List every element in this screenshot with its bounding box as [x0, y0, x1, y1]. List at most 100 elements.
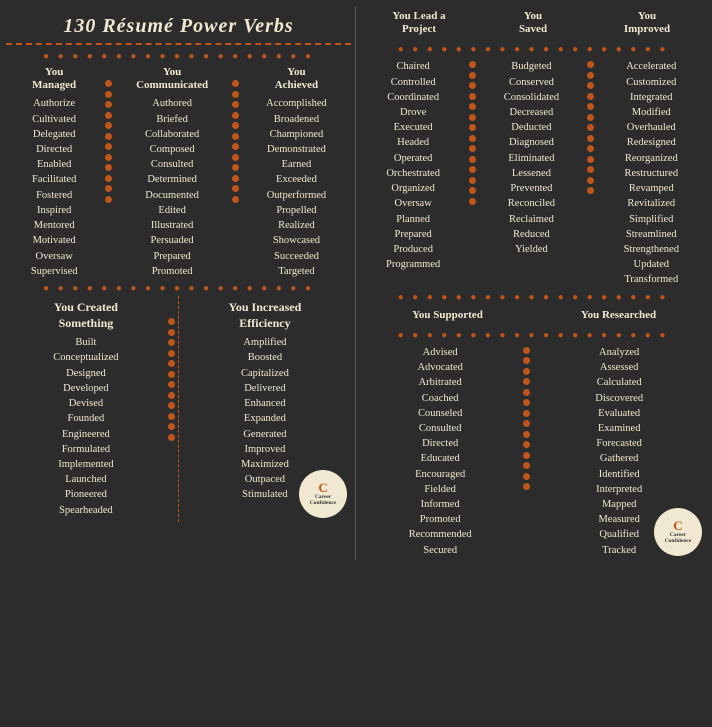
list-item: Prepared [118, 249, 226, 264]
list-item: Spearheaded [10, 503, 162, 518]
achieved-section: YouAchieved Accomplished Broadened Champ… [242, 64, 351, 281]
supported-header: You Supported [362, 309, 533, 322]
list-item: Directed [364, 436, 516, 451]
list-item: Orchestrated [364, 166, 462, 181]
increased-section: You IncreasedEfficiency Amplified Booste… [178, 296, 351, 522]
list-item: Lessened [482, 166, 580, 181]
list-item: Delegated [10, 127, 98, 142]
list-item: Accelerated [601, 59, 702, 74]
list-item: Devised [10, 396, 162, 411]
list-item: Conceptualized [10, 350, 162, 365]
list-item: Strengthened [601, 242, 702, 257]
dots-col-1 [102, 64, 114, 281]
list-item: Revitalized [601, 196, 702, 211]
dot-separator-2: ● ● ● ● ● ● ● ● ● ● ● ● ● ● ● ● ● ● ● [6, 281, 351, 296]
achieved-list: Accomplished Broadened Championed Demons… [246, 96, 347, 279]
list-item: Controlled [364, 75, 462, 90]
list-item: Programmed [364, 257, 462, 272]
list-item: Briefed [118, 112, 226, 127]
list-item: Interpreted [536, 482, 702, 497]
list-item: Implemented [10, 457, 162, 472]
list-item: Capitalized [183, 366, 347, 381]
list-item: Boosted [183, 350, 347, 365]
list-item: Oversaw [364, 196, 462, 211]
list-item: Planned [364, 212, 462, 227]
list-item: Identified [536, 467, 702, 482]
increased-header: You IncreasedEfficiency [183, 300, 347, 331]
list-item: Supervised [10, 264, 98, 279]
list-item: Streamlined [601, 227, 702, 242]
list-item: Yielded [482, 242, 580, 257]
list-item: Consolidated [482, 90, 580, 105]
list-item: Prevented [482, 181, 580, 196]
list-item: Demonstrated [246, 142, 347, 157]
list-item: Accomplished [246, 96, 347, 111]
list-item: Persuaded [118, 233, 226, 248]
list-item: Overhauled [601, 120, 702, 135]
list-item: Launched [10, 472, 162, 487]
list-item: Designed [10, 366, 162, 381]
improved-list: Accelerated Customized Integrated Modifi… [601, 59, 702, 287]
list-item: Headed [364, 135, 462, 150]
list-item: Encouraged [364, 467, 516, 482]
dot-separator-right-1: ● ● ● ● ● ● ● ● ● ● ● ● ● ● ● ● ● ● ● [360, 42, 706, 57]
career-logo-text-2: CareerConfidence [665, 532, 692, 545]
list-item: Organized [364, 181, 462, 196]
dot-separator-top: ● ● ● ● ● ● ● ● ● ● ● ● ● ● ● ● ● ● ● [6, 49, 351, 64]
list-item: Consulted [364, 421, 516, 436]
dots-right-1 [466, 57, 478, 289]
title-block: 130 Résumé Power Verbs [6, 6, 351, 45]
lead-header: You Lead aProject [362, 10, 476, 36]
list-item: Edited [118, 203, 226, 218]
list-item: Motivated [10, 233, 98, 248]
list-item: Determined [118, 172, 226, 187]
list-item: Informed [364, 497, 516, 512]
list-item: Advocated [364, 360, 516, 375]
dots-right-2 [585, 57, 597, 289]
list-item: Targeted [246, 264, 347, 279]
list-item: Reconciled [482, 196, 580, 211]
list-item: Inspired [10, 203, 98, 218]
managed-header: YouManaged [10, 66, 98, 92]
saved-section: Budgeted Conserved Consolidated Decrease… [478, 57, 584, 289]
improved-header-cell: YouImproved [590, 10, 704, 40]
communicated-list: Authored Briefed Collaborated Composed C… [118, 96, 226, 279]
career-logo-text: CareerConfidence [310, 494, 337, 507]
list-item: Oversaw [10, 249, 98, 264]
communicated-header: YouCommunicated [118, 66, 226, 92]
created-section: You CreatedSomething Built Conceptualize… [6, 296, 166, 522]
list-item: Reclaimed [482, 212, 580, 227]
list-item: Amplified [183, 335, 347, 350]
managed-list: Authorize Cultivated Delegated Directed … [10, 96, 98, 279]
list-item: Realized [246, 218, 347, 233]
list-item: Decreased [482, 105, 580, 120]
list-item: Built [10, 335, 162, 350]
list-item: Reduced [482, 227, 580, 242]
researched-header-cell: You Researched [533, 309, 704, 326]
right-bottom-headers: You Supported You Researched [360, 305, 706, 328]
list-item: Eliminated [482, 151, 580, 166]
list-item: Integrated [601, 90, 702, 105]
list-item: Authored [118, 96, 226, 111]
list-item: Simplified [601, 212, 702, 227]
list-item: Engineered [10, 427, 162, 442]
list-item: Succeeded [246, 249, 347, 264]
list-item: Developed [10, 381, 162, 396]
list-item: Modified [601, 105, 702, 120]
lead-header-cell: You Lead aProject [362, 10, 476, 40]
list-item: Enhanced [183, 396, 347, 411]
page: 130 Résumé Power Verbs ● ● ● ● ● ● ● ● ●… [0, 0, 712, 566]
list-item: Forecasted [536, 436, 702, 451]
list-item: Counseled [364, 406, 516, 421]
main-title: 130 Résumé Power Verbs [10, 14, 347, 39]
career-logo-1: C CareerConfidence [299, 470, 347, 518]
list-item: Evaluated [536, 406, 702, 421]
list-item: Conserved [482, 75, 580, 90]
dots-col-2 [230, 64, 242, 281]
list-item: Founded [10, 411, 162, 426]
list-item: Discovered [536, 391, 702, 406]
list-item: Coached [364, 391, 516, 406]
list-item: Propelled [246, 203, 347, 218]
list-item: Reorganized [601, 151, 702, 166]
list-item: Customized [601, 75, 702, 90]
